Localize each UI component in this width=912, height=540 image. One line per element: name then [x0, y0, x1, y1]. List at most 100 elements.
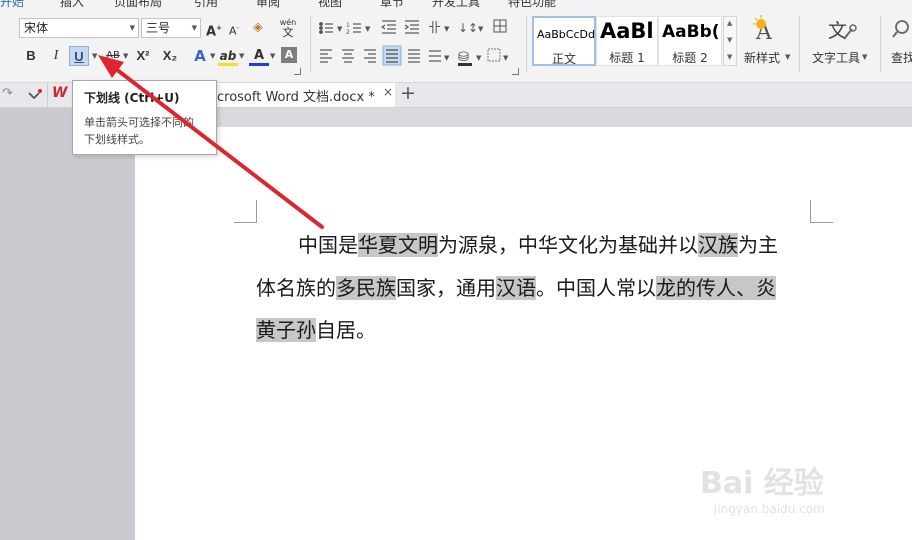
distribute-icon	[408, 49, 420, 63]
new-tab-button[interactable]: +	[400, 82, 416, 104]
text-tools-button[interactable]: 文 文字工具 ▼	[808, 15, 878, 75]
highlighter-icon: ab	[219, 49, 237, 63]
font-dialog-launcher[interactable]	[294, 68, 301, 75]
highlighted-text-run: 汉语	[496, 276, 536, 300]
align-center-icon	[342, 49, 354, 63]
find-label: 查找	[891, 51, 912, 65]
paragraph-line-2[interactable]: 体名族的多民族国家，通用汉语。中国人常以龙的传人、炎	[256, 272, 776, 301]
numbered-list-icon: 1 2	[346, 22, 361, 36]
baidu-watermark: Bai 经验	[700, 458, 824, 502]
text-run: 中国是	[298, 233, 358, 257]
chevron-down-icon[interactable]: ▼	[239, 52, 244, 60]
menu-review[interactable]: 审阅	[256, 0, 280, 10]
svg-text:▼: ▼	[444, 25, 450, 33]
font-color-icon: A	[253, 48, 265, 63]
text-run: 。中国人常以	[536, 276, 656, 300]
chevron-down-icon[interactable]: ▼	[210, 52, 215, 60]
new-style-button[interactable]: A 新样式 ▼	[741, 15, 795, 75]
redo-icon[interactable]: ↷	[2, 86, 13, 101]
superscript-button[interactable]: X²	[132, 46, 154, 66]
svg-text:▼: ▼	[365, 25, 371, 33]
margin-corner-left	[234, 200, 257, 223]
gallery-more-icon[interactable]: ▼	[727, 53, 732, 61]
find-button[interactable]: 查找	[888, 15, 912, 75]
menu-special[interactable]: 特色功能	[508, 0, 556, 10]
svg-text:↓↕: ↓↕	[458, 21, 478, 35]
chevron-up-icon[interactable]: ▲	[727, 19, 732, 27]
chevron-down-icon[interactable]: ▼	[727, 36, 732, 44]
close-icon[interactable]: ×	[383, 85, 393, 99]
menu-bar: 开始 插入 页面布局 引用 审阅 视图 章节 开发工具 特色功能	[0, 0, 912, 12]
grow-font-button[interactable]: A+	[204, 18, 224, 40]
group-separator	[799, 16, 800, 72]
highlighted-text-run: 黄子孙	[256, 318, 316, 342]
underline-button[interactable]: U	[69, 46, 89, 66]
tab-separator	[47, 83, 48, 107]
tab-document[interactable]: crosoft Word 文档.docx * ×	[205, 83, 395, 107]
style-gallery-scroll[interactable]: ▲ ▼ ▼	[723, 16, 737, 66]
style-normal[interactable]: AaBbCcDd 正文	[532, 16, 596, 66]
paint-bucket-icon: ⛁	[458, 50, 472, 66]
chevron-down-icon[interactable]: ▼	[123, 52, 128, 60]
find-icon	[892, 20, 909, 38]
text-tools-icon: 文	[828, 20, 857, 42]
style-heading2-label: 标题 2	[672, 51, 708, 65]
text-run: 自居。	[316, 318, 376, 342]
style-normal-label: 正文	[551, 52, 576, 66]
ribbon: 开始 插入 页面布局 引用 审阅 视图 章节 开发工具 特色功能 宋体 ▼ 三号 ▼…	[0, 0, 912, 83]
text-run: 体名族的	[256, 276, 336, 300]
underline-dropdown-icon[interactable]: ▼	[92, 52, 97, 60]
subscript-button[interactable]: X₂	[159, 46, 181, 66]
paragraph-line-1[interactable]: 中国是华夏文明为源泉，中华文化为基础并以汉族为主	[298, 229, 778, 258]
paragraph-line-3[interactable]: 黄子孙自居。	[256, 314, 376, 343]
tooltip-line-1: 单击箭头可选择不同的	[84, 116, 194, 129]
border-icon	[487, 48, 501, 62]
tooltip-line-2: 下划线样式。	[84, 133, 150, 146]
char-shading-button[interactable]: A	[281, 47, 297, 63]
font-name-value: 宋体	[24, 21, 49, 35]
text-effect-button[interactable]: A	[190, 46, 210, 66]
align-left-icon	[320, 49, 332, 63]
phonetic-guide-button[interactable]: wén 文	[274, 15, 302, 41]
highlight-button[interactable]: ab	[218, 46, 238, 66]
font-color-button[interactable]: A	[249, 46, 269, 66]
chevron-down-icon[interactable]: ▼	[270, 52, 275, 60]
italic-button[interactable]: I	[46, 46, 66, 66]
menu-view[interactable]: 视图	[318, 0, 342, 10]
menu-home[interactable]: 开始	[0, 0, 24, 10]
quick-access-dropdown-icon[interactable]	[26, 88, 44, 102]
menu-section[interactable]: 章节	[380, 0, 404, 10]
superscript-icon: X²	[136, 48, 150, 63]
bold-button[interactable]: B	[21, 46, 41, 66]
wps-logo-icon: W	[52, 85, 68, 101]
style-heading2[interactable]: AaBb( 标题 2	[658, 16, 722, 66]
font-name-select[interactable]: 宋体 ▼	[19, 18, 139, 38]
shrink-font-button[interactable]: A-	[224, 18, 244, 38]
highlighted-text-run: 华夏文明	[358, 233, 438, 257]
menu-developer[interactable]: 开发工具	[432, 0, 480, 10]
group-separator	[880, 16, 881, 72]
style-heading1[interactable]: AaBl 标题 1	[596, 16, 658, 66]
margin-corner-right	[810, 200, 833, 223]
style-heading1-label: 标题 1	[609, 51, 645, 65]
group-separator	[310, 16, 311, 72]
page-gap	[135, 108, 912, 127]
grow-font-icon: A	[206, 24, 217, 40]
new-style-label: 新样式	[744, 51, 781, 65]
group-separator	[526, 16, 527, 72]
watermark-url: jingyan.baidu.com	[714, 502, 825, 516]
char-shading-icon: A	[284, 48, 294, 61]
watermark-brand: Bai 经验	[700, 466, 824, 501]
menu-insert[interactable]: 插入	[60, 0, 84, 10]
font-size-select[interactable]: 三号 ▼	[141, 18, 201, 38]
style-heading2-sample: AaBb(	[662, 22, 720, 42]
paragraph-dialog-launcher[interactable]	[512, 68, 519, 75]
highlighted-text-run: 龙的传人、炎	[656, 276, 776, 300]
strikethrough-button[interactable]: AB	[101, 46, 125, 66]
menu-references[interactable]: 引用	[194, 0, 218, 10]
decrease-indent-icon	[380, 20, 396, 34]
clear-format-button[interactable]: ◈	[248, 18, 268, 38]
style-normal-sample: AaBbCcDd	[537, 28, 595, 41]
menu-page-layout[interactable]: 页面布局	[114, 0, 162, 10]
underline-icon: U	[74, 49, 84, 64]
